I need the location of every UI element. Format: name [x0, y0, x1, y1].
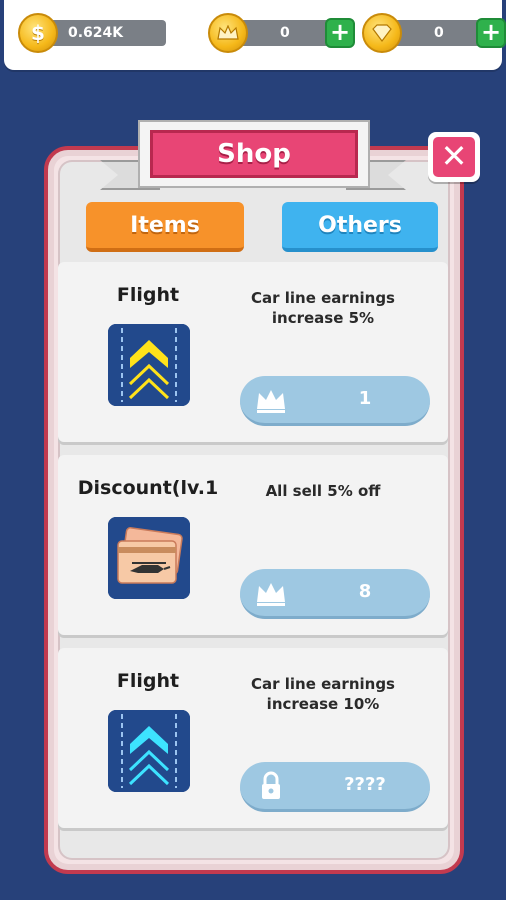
tab-others[interactable]: Others — [282, 202, 438, 252]
cyan-chevron-road-icon — [108, 710, 190, 792]
item-description-line2: increase 10% — [266, 695, 380, 713]
top-hud: $ 0.624K 0 + 0 + — [4, 0, 506, 70]
tab-items[interactable]: Items — [86, 202, 244, 252]
add-gems-button[interactable]: + — [476, 18, 506, 48]
coin-count: 0.624K — [68, 25, 124, 41]
shop-item-discount: Discount(lv.1 All sell 5% off 8 — [58, 455, 448, 635]
shop-title: Shop — [150, 130, 358, 178]
crown-icon — [257, 390, 285, 413]
gem-count: 0 — [434, 25, 444, 41]
yellow-chevron-road-icon — [108, 324, 190, 406]
dollar-coin-icon: $ — [18, 13, 58, 53]
buy-button[interactable]: 1 — [240, 376, 430, 426]
price-value: 1 — [358, 388, 372, 409]
close-button[interactable]: ✕ — [428, 132, 480, 182]
helicopter-cards-icon — [108, 517, 190, 599]
item-description: Car line earnings increase 5% — [243, 288, 403, 328]
lock-icon — [262, 771, 280, 799]
plus-icon: + — [480, 18, 502, 46]
price-value: ???? — [344, 774, 386, 795]
crown-count: 0 — [280, 25, 290, 41]
add-crowns-button[interactable]: + — [325, 18, 355, 48]
item-description-line2: increase 5% — [271, 309, 375, 327]
locked-buy-button[interactable]: ???? — [240, 762, 430, 812]
shop-item-flight-2: Flight Car line earnings increase 10% ??… — [58, 648, 448, 828]
price-value: 8 — [358, 581, 372, 602]
plus-icon: + — [329, 18, 351, 46]
buy-button[interactable]: 8 — [240, 569, 430, 619]
shop-item-flight-1: Flight Car line earnings increase 5% 1 — [58, 262, 448, 442]
item-description-line1: All sell 5% off — [265, 482, 381, 500]
crown-coin-icon — [208, 13, 248, 53]
item-description-line1: Car line earnings — [251, 289, 395, 307]
crown-icon — [257, 583, 285, 606]
item-name: Discount(lv.1 — [77, 477, 219, 499]
item-description: All sell 5% off — [243, 481, 403, 501]
close-icon: ✕ — [433, 137, 475, 177]
shop-title-banner: Shop — [138, 120, 370, 188]
item-name: Flight — [116, 670, 180, 692]
diamond-coin-icon — [362, 13, 402, 53]
item-name: Flight — [116, 284, 180, 306]
item-description: Car line earnings increase 10% — [243, 674, 403, 714]
item-description-line1: Car line earnings — [251, 675, 395, 693]
